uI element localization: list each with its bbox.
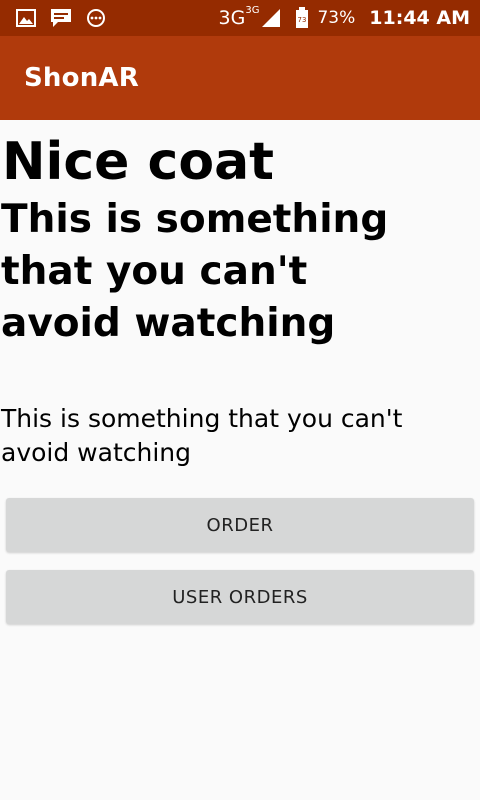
system-indicators: 3G3G 73 73% 11:44 AM: [218, 4, 470, 29]
network-type: 3G3G: [218, 4, 260, 29]
app-bar: ShonAR: [0, 36, 480, 120]
image-icon: [16, 9, 36, 27]
network-type-sup: 3G: [245, 4, 260, 16]
product-description: This is something that you can't avoid w…: [1, 404, 403, 467]
more-circle-icon: [86, 8, 106, 28]
product-name: Nice coat: [2, 132, 275, 192]
battery-percentage: 73%: [317, 8, 356, 28]
network-type-label: 3G: [218, 7, 246, 29]
signal-icon: [261, 8, 281, 28]
battery-icon: 73: [295, 7, 309, 29]
clock: 11:44 AM: [369, 7, 470, 29]
status-bar: 3G3G 73 73% 11:44 AM: [0, 0, 480, 36]
app-title: ShonAR: [24, 63, 139, 93]
user-orders-button[interactable]: USER ORDERS: [6, 570, 474, 624]
chat-icon: [49, 7, 73, 29]
product-detail: Nice coat This is something that you can…: [0, 120, 480, 470]
product-tagline: This is something that you can't avoid w…: [1, 197, 389, 346]
order-button[interactable]: ORDER: [6, 498, 474, 552]
notification-icons: [16, 7, 106, 29]
battery-level-text: 73: [298, 16, 307, 24]
